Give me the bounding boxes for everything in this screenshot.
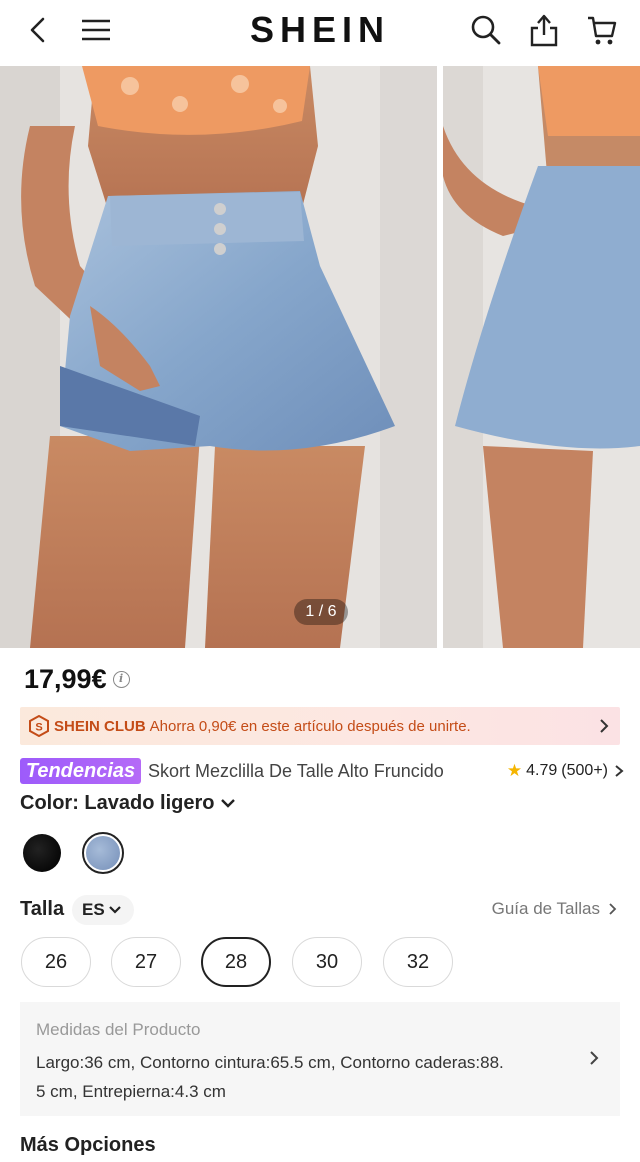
product-image-secondary[interactable] xyxy=(443,66,640,648)
chevron-right-icon xyxy=(615,765,624,777)
size-guide-link[interactable]: Guía de Tallas xyxy=(492,894,618,924)
price-value: 17,99€ xyxy=(24,664,107,694)
search-icon[interactable] xyxy=(466,10,506,50)
color-label: Color: Lavado ligero xyxy=(20,792,215,814)
size-option-28[interactable]: 28 xyxy=(201,937,271,987)
chevron-right-icon xyxy=(609,903,617,915)
back-arrow-icon[interactable] xyxy=(18,10,58,50)
size-unit-selector[interactable]: ES xyxy=(72,895,134,925)
color-swatch-black[interactable] xyxy=(23,834,61,872)
chevron-right-icon xyxy=(600,719,609,733)
size-guide-label: Guía de Tallas xyxy=(491,899,600,918)
trend-badge: Tendencias xyxy=(20,758,141,784)
chevron-down-icon xyxy=(221,799,236,808)
club-brand: SHEIN CLUB xyxy=(54,717,146,735)
image-counter: 1 / 6 xyxy=(294,599,348,625)
product-price: 17,99€ i xyxy=(24,660,130,698)
shein-club-icon: S xyxy=(29,715,49,737)
measurements-title: Medidas del Producto xyxy=(36,1020,201,1039)
size-option-32[interactable]: 32 xyxy=(383,937,453,987)
size-option-26[interactable]: 26 xyxy=(21,937,91,987)
star-icon: ★ xyxy=(506,761,523,780)
product-rating[interactable]: ★ 4.79 (500+) xyxy=(507,757,624,785)
chevron-down-icon xyxy=(108,906,121,914)
product-image-main[interactable] xyxy=(0,66,437,648)
measurements-line-2: 5 cm, Entrepierna:4.3 cm xyxy=(36,1082,226,1101)
top-nav-bar: SHEIN xyxy=(0,0,640,66)
size-label: Talla xyxy=(20,898,65,920)
club-text: Ahorra 0,90€ en este artículo después de… xyxy=(149,717,471,735)
rating-value: 4.79 xyxy=(526,762,558,779)
size-option-27[interactable]: 27 xyxy=(111,937,181,987)
product-title-row: Tendencias Skort Mezclilla De Talle Alto… xyxy=(20,757,624,785)
measurements-line-1: Largo:36 cm, Contorno cintura:65.5 cm, C… xyxy=(36,1053,504,1072)
product-image-gallery[interactable]: 1 / 6 xyxy=(0,66,640,648)
chevron-right-icon xyxy=(590,1051,599,1065)
shein-club-banner[interactable]: S SHEIN CLUB Ahorra 0,90€ en este artícu… xyxy=(20,707,620,745)
review-count: (500+) xyxy=(561,762,608,779)
product-title: Skort Mezclilla De Talle Alto Fruncido xyxy=(148,761,444,781)
shein-logo[interactable]: SHEIN xyxy=(220,8,420,52)
swatch-fill xyxy=(86,836,120,870)
more-options-heading: Más Opciones xyxy=(20,1134,156,1156)
share-icon[interactable] xyxy=(524,10,564,50)
menu-icon[interactable] xyxy=(76,10,116,50)
info-icon[interactable]: i xyxy=(112,670,130,688)
cart-icon[interactable] xyxy=(582,10,622,50)
color-swatch-light-wash[interactable] xyxy=(82,832,124,874)
svg-text:S: S xyxy=(35,722,42,734)
color-selector[interactable]: Color: Lavado ligero xyxy=(20,788,236,818)
size-option-30[interactable]: 30 xyxy=(292,937,362,987)
size-unit-value: ES xyxy=(82,900,105,919)
product-measurements[interactable]: Medidas del Producto Largo:36 cm, Contor… xyxy=(20,1002,620,1116)
